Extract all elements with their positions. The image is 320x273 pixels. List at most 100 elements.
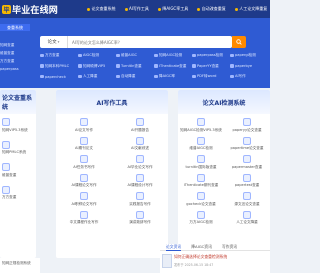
nav-item-checking[interactable]: 论文查重系统 bbox=[84, 4, 119, 14]
tool-label: papertime论文查重 bbox=[230, 146, 264, 150]
panel-item[interactable]: 维普查重 bbox=[0, 159, 36, 182]
sidebar-link[interactable]: 知网查重 bbox=[0, 42, 32, 48]
nav-item-auto-rewrite[interactable]: 自动改查重复 bbox=[194, 4, 229, 14]
tool-item[interactable]: 万方AIGC检测 bbox=[178, 210, 224, 226]
top-nav: 论文查重系统 AI写作工具 降AIGC率工具 自动改查重复 人工论文降重复 bbox=[84, 4, 270, 14]
tool-item[interactable]: AI课程论文写作 bbox=[56, 173, 112, 189]
tool-icon bbox=[197, 118, 205, 126]
tool-item[interactable]: papertime论文查重 bbox=[224, 136, 270, 152]
quick-link[interactable]: 降AIGC率 bbox=[154, 74, 192, 79]
quick-links: 万方查重 AIGC检测 维普AIGC 知网AIGC检测 paperpass检测 paper… bbox=[40, 53, 268, 79]
tool-item[interactable]: turnitin国际版查重 bbox=[178, 155, 224, 170]
news-date: 发布于 2025-06-15 18:47 bbox=[174, 263, 214, 267]
tool-item[interactable]: 演讲致辞写作 bbox=[112, 210, 168, 226]
panel-item[interactable]: 知网PMLC系统 bbox=[0, 137, 36, 160]
quick-link[interactable]: papercheck bbox=[40, 74, 78, 79]
news-item[interactable]: 如何正确选择论文查重检测系统 发布于 2025-06-15 18:47 bbox=[174, 254, 270, 267]
tool-item[interactable]: paperyy论文查重 bbox=[224, 118, 270, 133]
tool-item[interactable]: AI任务书写作 bbox=[56, 155, 112, 170]
quick-link-label: papercheck bbox=[45, 74, 66, 79]
tool-item[interactable]: 人工论文降重 bbox=[224, 210, 270, 226]
quick-link[interactable]: 知网AIGC检测 bbox=[154, 53, 192, 58]
link-bullet-icon bbox=[40, 53, 44, 58]
quick-link[interactable]: 知网本科PMLC bbox=[40, 64, 78, 69]
link-bullet-icon bbox=[78, 53, 82, 58]
link-bullet-icon bbox=[154, 64, 158, 68]
link-bullet-icon bbox=[154, 74, 158, 79]
quick-link[interactable]: iThenticate查重 bbox=[154, 64, 192, 69]
logo-mark: 毕 bbox=[2, 4, 11, 14]
tool-item[interactable]: AI期刊论文 bbox=[56, 136, 112, 152]
search-input[interactable] bbox=[68, 36, 232, 48]
panel-item[interactable]: 知网VIP5.3系统 bbox=[0, 114, 36, 137]
news-thumbnail[interactable] bbox=[162, 254, 172, 268]
search-category-select[interactable]: 论文 ▾ bbox=[40, 36, 68, 48]
search-button[interactable] bbox=[232, 36, 246, 48]
logo-text: 毕业在线网 bbox=[12, 5, 59, 16]
tool-icon bbox=[80, 173, 88, 182]
tool-label: iThenticate期刊查重 bbox=[183, 183, 219, 187]
ai-writing-panel: AI写作工具 AI论文写作 AI开题报告 AI期刊论文 AI文献综述 AI任务书写作 AI… bbox=[56, 90, 168, 258]
tool-item[interactable]: iThenticate期刊查重 bbox=[178, 173, 224, 189]
checking-system-button[interactable]: 查重系统 bbox=[0, 24, 30, 31]
nav-label: AI写作工具 bbox=[129, 6, 149, 11]
quick-link-label: 自动降重 bbox=[121, 74, 136, 78]
link-bullet-icon bbox=[192, 74, 196, 79]
tool-item[interactable]: AI论文写作 bbox=[56, 118, 112, 133]
tool-item[interactable]: AI文献综述 bbox=[112, 136, 168, 152]
tool-item[interactable]: AI课程设计写作 bbox=[112, 173, 168, 189]
tool-item[interactable]: 维普AIGC检测 bbox=[178, 136, 224, 152]
nav-item-aigc-reduce[interactable]: 降AIGC率工具 bbox=[155, 4, 191, 14]
tab-news[interactable]: 论文资讯 bbox=[166, 244, 182, 251]
tool-item[interactable]: AI职称论文写作 bbox=[56, 192, 112, 207]
nav-item-ai-writing[interactable]: AI写作工具 bbox=[122, 4, 152, 14]
tool-label: turnitin国际版查重 bbox=[185, 164, 217, 169]
quick-link[interactable]: PaperYY查重 bbox=[192, 64, 230, 69]
tab-aigc-news[interactable]: 降AIGC资讯 bbox=[191, 244, 212, 250]
tool-icon bbox=[243, 173, 251, 182]
quick-link[interactable]: paperpass检测 bbox=[192, 53, 230, 58]
tool-label: 中文课程作业写作 bbox=[69, 220, 99, 224]
quick-link-label: PaperYY查重 bbox=[197, 63, 219, 68]
tab-writing-news[interactable]: 写作资讯 bbox=[222, 244, 237, 250]
tool-item[interactable]: AI毕业论文写作 bbox=[112, 155, 168, 170]
quick-link[interactable]: 万方查重 bbox=[40, 53, 78, 58]
tool-item[interactable]: AI开题报告 bbox=[112, 118, 168, 133]
nav-item-manual-rewrite[interactable]: 人工论文降重复 bbox=[232, 4, 271, 14]
tool-item[interactable]: 中文课程作业写作 bbox=[56, 210, 112, 226]
sidebar-link[interactable]: 维普查重 bbox=[0, 50, 32, 56]
tool-item[interactable]: 源文迅论文查重 bbox=[224, 192, 270, 207]
ai-detection-panel: 论文AI检测系统 知网AIGC检测VIP5.3系统 paperyy论文查重 维普AI… bbox=[178, 90, 270, 258]
quick-link[interactable]: paperbye bbox=[230, 64, 268, 69]
quick-link-label: 知网本科PMLC bbox=[45, 63, 70, 68]
tool-item[interactable]: papertest查重 bbox=[224, 173, 270, 189]
tool-label: 知网AIGC检测VIP5.3系统 bbox=[180, 127, 222, 132]
quick-link[interactable]: PDF转word bbox=[192, 74, 230, 79]
quick-link[interactable]: 自动降重 bbox=[116, 74, 154, 79]
quick-link-label: AIGC检测 bbox=[83, 53, 99, 57]
quick-link[interactable]: AIGC检测 bbox=[78, 53, 116, 58]
quick-link[interactable]: papergi检测 bbox=[230, 53, 268, 58]
tool-item[interactable]: gocheck论文查重 bbox=[178, 192, 224, 207]
tool-icon bbox=[243, 155, 251, 163]
news-section: 论文资讯 降AIGC资讯 写作资讯 如何正确选择论文查重检测系统 发布于 202… bbox=[160, 244, 270, 273]
tool-label: 人工论文降重 bbox=[236, 220, 258, 224]
quick-link[interactable]: 知网硕博VIP5 bbox=[78, 64, 116, 69]
tool-item[interactable]: 实践报告写作 bbox=[112, 192, 168, 207]
tool-label: AI论文写作 bbox=[75, 127, 93, 132]
tool-label: papermaster查重 bbox=[231, 164, 263, 169]
tool-item[interactable]: 知网AIGC检测VIP5.3系统 bbox=[178, 118, 224, 133]
quick-link[interactable]: TurnitIn查重 bbox=[116, 64, 154, 69]
left-bottom-link[interactable]: 知网正规检测系统 bbox=[0, 258, 40, 273]
quick-link[interactable]: 维普AIGC bbox=[116, 53, 154, 58]
tool-item[interactable]: papermaster查重 bbox=[224, 155, 270, 170]
tool-label: AI职称论文写作 bbox=[71, 201, 97, 206]
panel-item[interactable]: 万方查重 bbox=[0, 182, 36, 205]
link-bullet-icon bbox=[154, 53, 158, 58]
sidebar-link[interactable]: 万方查重 bbox=[0, 58, 32, 64]
tool-icon bbox=[136, 155, 144, 163]
sidebar-link[interactable]: paperpass bbox=[0, 66, 32, 72]
site-logo[interactable]: 毕 毕业在线网 bbox=[2, 3, 59, 16]
quick-link[interactable]: AI写作 bbox=[230, 74, 268, 79]
quick-link[interactable]: 人工降重 bbox=[78, 74, 116, 79]
